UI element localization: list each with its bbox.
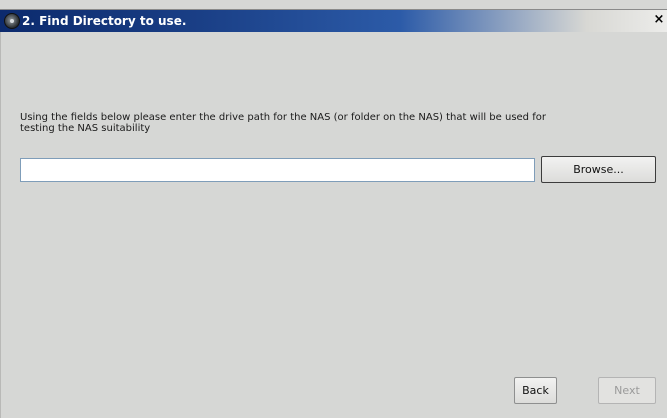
close-icon[interactable]: × [652,13,666,28]
title-bar: 2. Find Directory to use. × [0,10,667,32]
app-disc-icon [4,13,20,29]
back-button[interactable]: Back [514,377,557,404]
instructions-text: Using the fields below please enter the … [20,112,546,134]
next-button[interactable]: Next [598,377,656,404]
window-title: 2. Find Directory to use. [22,14,187,28]
nas-path-input[interactable] [20,158,535,182]
wizard-window: 2. Find Directory to use. × Using the fi… [0,0,667,418]
window-left-border [0,32,1,418]
browse-button[interactable]: Browse... [541,156,656,183]
